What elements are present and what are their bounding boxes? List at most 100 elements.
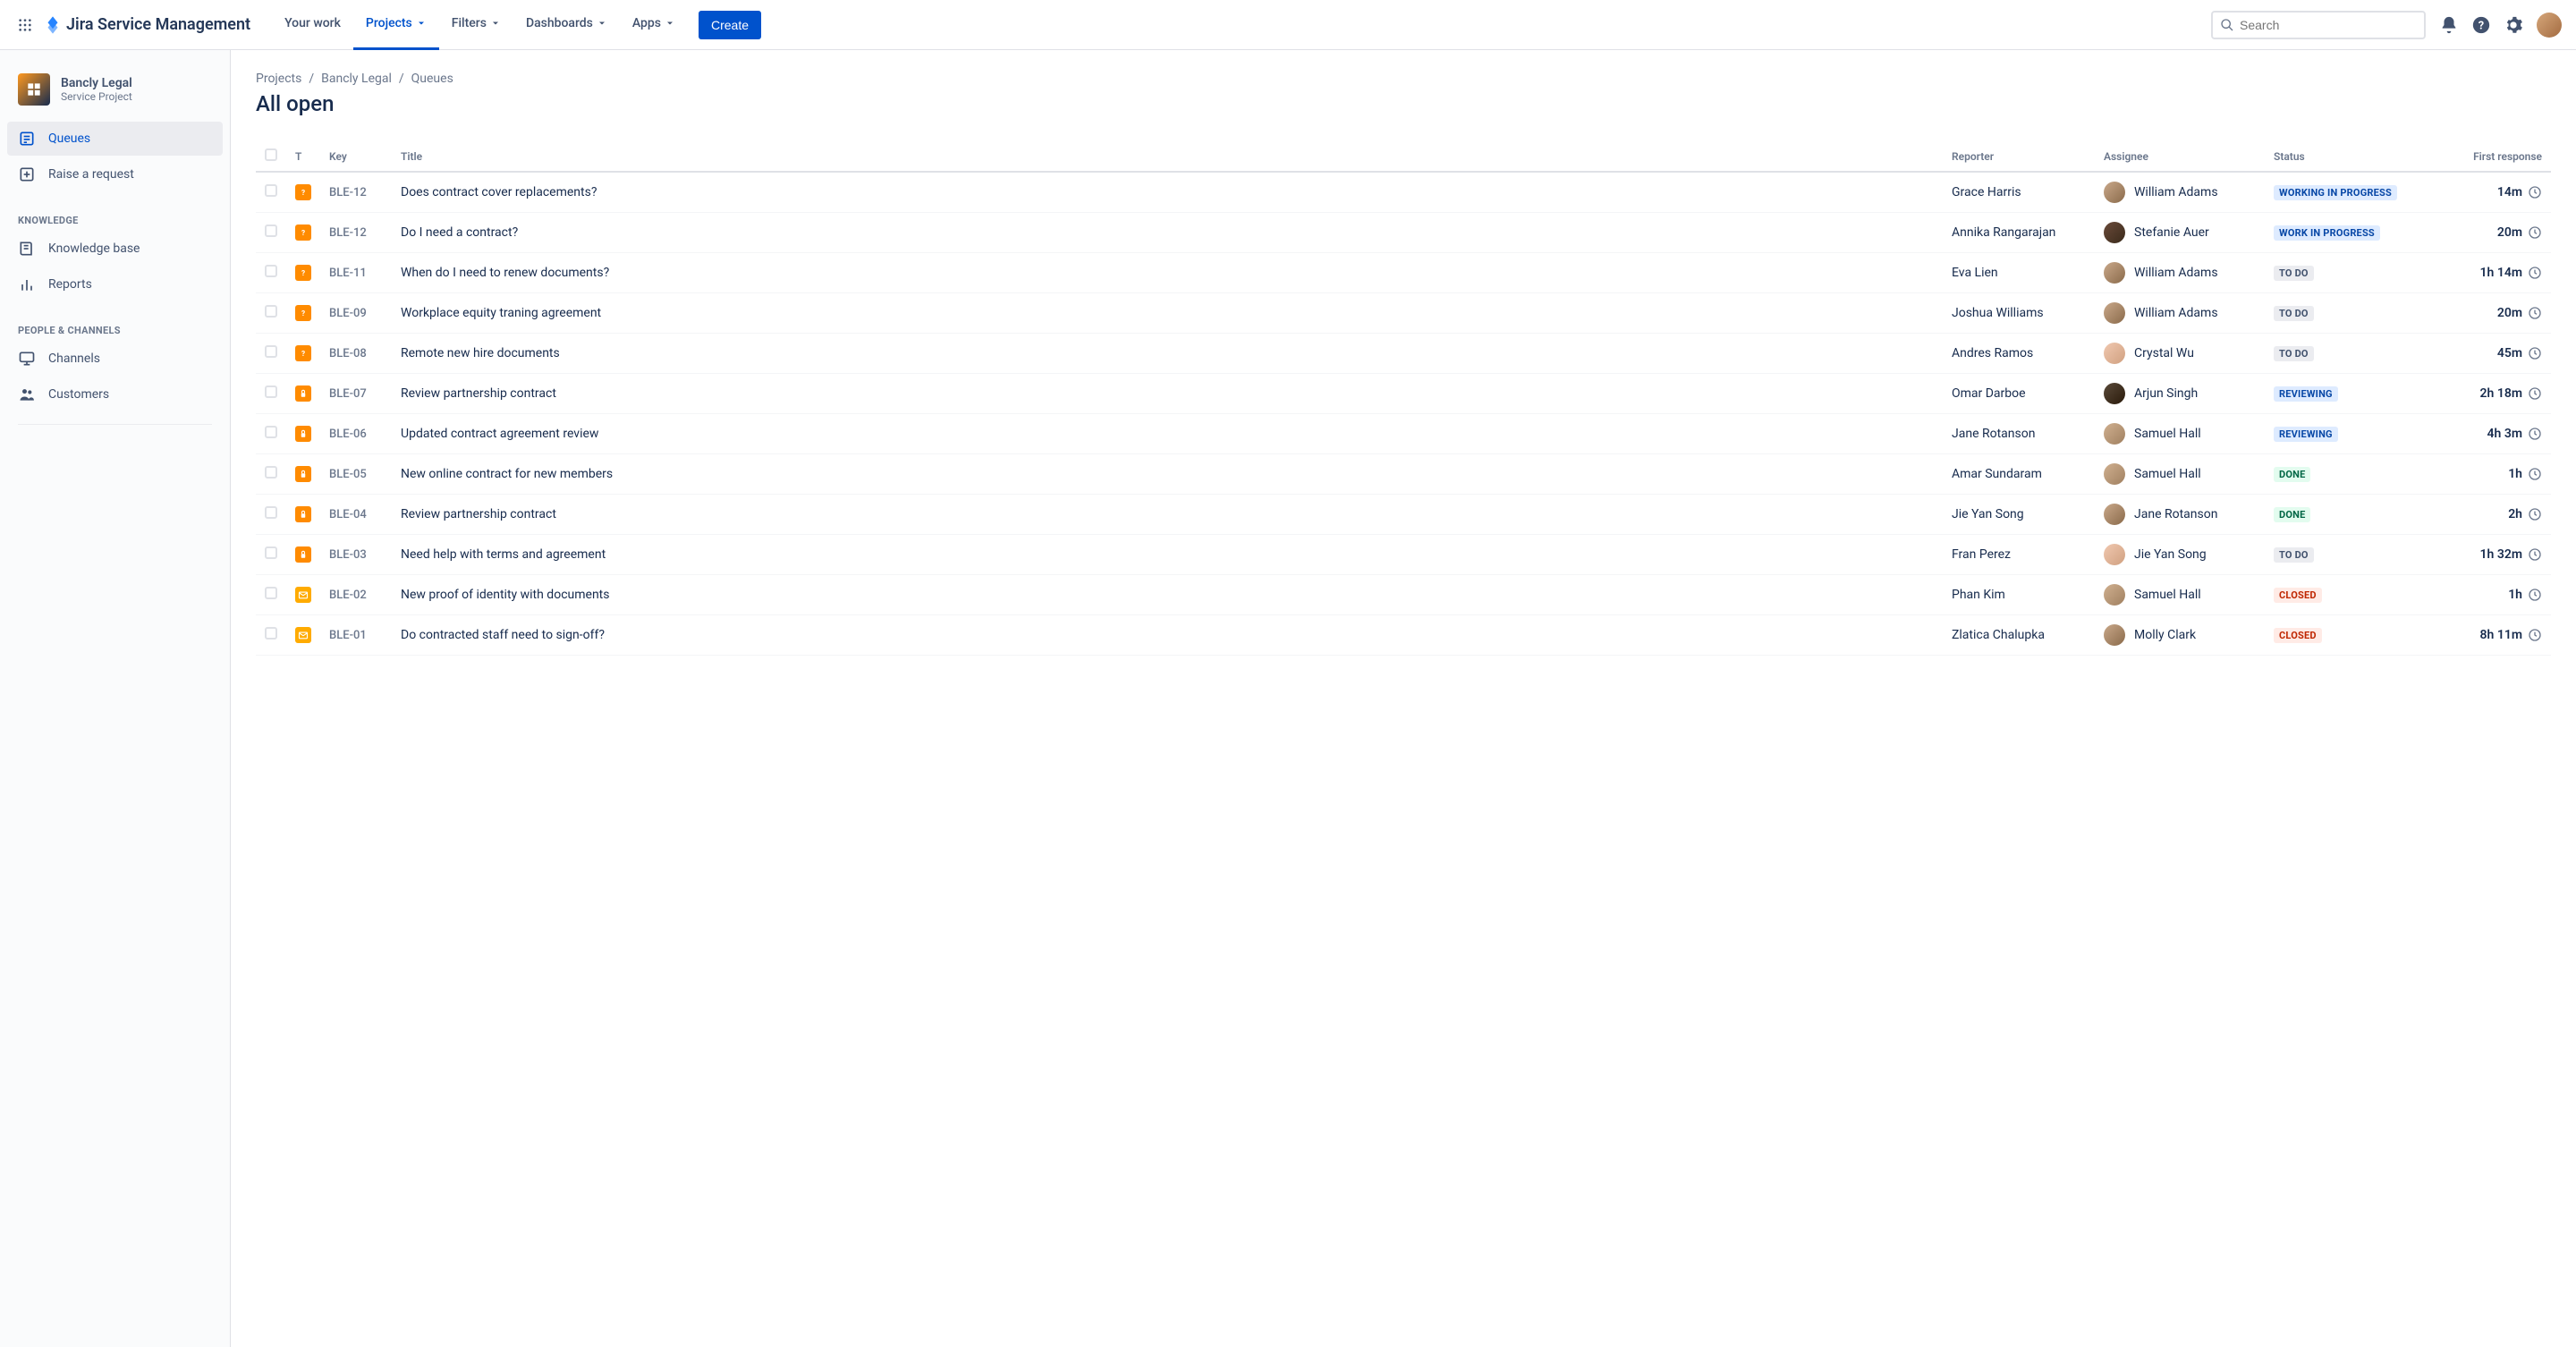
nav-dashboards[interactable]: Dashboards — [513, 0, 620, 50]
user-avatar[interactable] — [2537, 13, 2562, 38]
table-row[interactable]: BLE-03 Need help with terms and agreemen… — [256, 535, 2551, 575]
breadcrumb-queues[interactable]: Queues — [411, 72, 453, 86]
status-badge[interactable]: WORK IN PROGRESS — [2274, 225, 2380, 241]
row-checkbox[interactable] — [265, 426, 277, 438]
status-badge[interactable]: TO DO — [2274, 346, 2314, 361]
row-checkbox[interactable] — [265, 265, 277, 277]
issue-key[interactable]: BLE-06 — [329, 428, 367, 441]
issue-title[interactable]: Updated contract agreement review — [401, 427, 598, 441]
col-first-response[interactable]: First response — [2435, 141, 2551, 172]
issue-key[interactable]: BLE-07 — [329, 387, 367, 401]
issue-key[interactable]: BLE-11 — [329, 267, 367, 280]
row-checkbox[interactable] — [265, 305, 277, 318]
status-badge[interactable]: DONE — [2274, 467, 2310, 482]
issue-key[interactable]: BLE-01 — [329, 629, 367, 642]
row-checkbox[interactable] — [265, 184, 277, 197]
sidebar-item-reports[interactable]: Reports — [7, 267, 223, 301]
assignee-cell[interactable]: Stefanie Auer — [2104, 222, 2256, 243]
issue-key[interactable]: BLE-08 — [329, 347, 367, 360]
row-checkbox[interactable] — [265, 345, 277, 358]
col-key[interactable]: Key — [320, 141, 392, 172]
status-badge[interactable]: CLOSED — [2274, 588, 2322, 603]
notifications-icon[interactable] — [2435, 11, 2463, 39]
row-checkbox[interactable] — [265, 506, 277, 519]
assignee-cell[interactable]: Arjun Singh — [2104, 383, 2256, 404]
row-checkbox[interactable] — [265, 224, 277, 237]
assignee-cell[interactable]: William Adams — [2104, 262, 2256, 284]
table-row[interactable]: ? BLE-11 When do I need to renew documen… — [256, 253, 2551, 293]
col-status[interactable]: Status — [2265, 141, 2435, 172]
issue-title[interactable]: When do I need to renew documents? — [401, 266, 609, 280]
table-row[interactable]: ? BLE-12 Do I need a contract? Annika Ra… — [256, 213, 2551, 253]
assignee-cell[interactable]: Samuel Hall — [2104, 423, 2256, 445]
status-badge[interactable]: DONE — [2274, 507, 2310, 522]
status-badge[interactable]: TO DO — [2274, 306, 2314, 321]
assignee-cell[interactable]: Crystal Wu — [2104, 343, 2256, 364]
create-button[interactable]: Create — [699, 11, 761, 39]
row-checkbox[interactable] — [265, 627, 277, 640]
issue-title[interactable]: Does contract cover replacements? — [401, 185, 597, 199]
sidebar-item-customers[interactable]: Customers — [7, 377, 223, 411]
nav-filters[interactable]: Filters — [439, 0, 513, 50]
table-row[interactable]: BLE-02 New proof of identity with docume… — [256, 575, 2551, 615]
col-reporter[interactable]: Reporter — [1943, 141, 2095, 172]
issue-key[interactable]: BLE-05 — [329, 468, 367, 481]
table-row[interactable]: BLE-06 Updated contract agreement review… — [256, 414, 2551, 454]
nav-your-work[interactable]: Your work — [272, 0, 353, 50]
table-row[interactable]: BLE-05 New online contract for new membe… — [256, 454, 2551, 495]
nav-apps[interactable]: Apps — [620, 0, 688, 50]
help-icon[interactable]: ? — [2467, 11, 2496, 39]
settings-icon[interactable] — [2499, 11, 2528, 39]
issue-key[interactable]: BLE-04 — [329, 508, 367, 521]
col-assignee[interactable]: Assignee — [2095, 141, 2265, 172]
status-badge[interactable]: WORKING IN PROGRESS — [2274, 185, 2397, 200]
nav-projects[interactable]: Projects — [353, 0, 439, 50]
search-input[interactable] — [2240, 18, 2417, 32]
issue-title[interactable]: Do I need a contract? — [401, 225, 518, 240]
row-checkbox[interactable] — [265, 385, 277, 398]
issue-key[interactable]: BLE-09 — [329, 307, 367, 320]
assignee-cell[interactable]: William Adams — [2104, 302, 2256, 324]
row-checkbox[interactable] — [265, 587, 277, 599]
issue-title[interactable]: Remote new hire documents — [401, 346, 560, 360]
status-badge[interactable]: TO DO — [2274, 547, 2314, 563]
table-row[interactable]: BLE-01 Do contracted staff need to sign-… — [256, 615, 2551, 656]
status-badge[interactable]: REVIEWING — [2274, 427, 2338, 442]
status-badge[interactable]: TO DO — [2274, 266, 2314, 281]
table-row[interactable]: ? BLE-08 Remote new hire documents Andre… — [256, 334, 2551, 374]
row-checkbox[interactable] — [265, 466, 277, 479]
issue-title[interactable]: New online contract for new members — [401, 467, 613, 481]
row-checkbox[interactable] — [265, 546, 277, 559]
assignee-cell[interactable]: Samuel Hall — [2104, 463, 2256, 485]
project-header[interactable]: Bancly Legal Service Project — [7, 68, 223, 122]
breadcrumb-projects[interactable]: Projects — [256, 72, 301, 86]
issue-title[interactable]: Do contracted staff need to sign-off? — [401, 628, 605, 642]
table-row[interactable]: ? BLE-12 Does contract cover replacement… — [256, 172, 2551, 213]
issue-title[interactable]: Need help with terms and agreement — [401, 547, 606, 562]
issue-key[interactable]: BLE-02 — [329, 589, 367, 602]
assignee-cell[interactable]: Jie Yan Song — [2104, 544, 2256, 565]
table-row[interactable]: ? BLE-09 Workplace equity traning agreem… — [256, 293, 2551, 334]
assignee-cell[interactable]: Samuel Hall — [2104, 584, 2256, 606]
issue-title[interactable]: Workplace equity traning agreement — [401, 306, 601, 320]
issue-key[interactable]: BLE-12 — [329, 226, 367, 240]
col-title[interactable]: Title — [392, 141, 1943, 172]
app-switcher-icon[interactable] — [14, 14, 36, 36]
sidebar-item-knowledge-base[interactable]: Knowledge base — [7, 232, 223, 266]
issue-title[interactable]: New proof of identity with documents — [401, 588, 609, 602]
sidebar-item-channels[interactable]: Channels — [7, 342, 223, 376]
table-row[interactable]: BLE-04 Review partnership contract Jie Y… — [256, 495, 2551, 535]
status-badge[interactable]: CLOSED — [2274, 628, 2322, 643]
sidebar-item-raise-request[interactable]: Raise a request — [7, 157, 223, 191]
assignee-cell[interactable]: Jane Rotanson — [2104, 504, 2256, 525]
status-badge[interactable]: REVIEWING — [2274, 386, 2338, 402]
issue-title[interactable]: Review partnership contract — [401, 386, 556, 401]
search-box[interactable] — [2211, 11, 2426, 39]
issue-key[interactable]: BLE-12 — [329, 186, 367, 199]
assignee-cell[interactable]: Molly Clark — [2104, 624, 2256, 646]
product-logo[interactable]: Jira Service Management — [43, 15, 250, 35]
issue-title[interactable]: Review partnership contract — [401, 507, 556, 521]
breadcrumb-project[interactable]: Bancly Legal — [321, 72, 392, 86]
sidebar-item-queues[interactable]: Queues — [7, 122, 223, 156]
table-row[interactable]: BLE-07 Review partnership contract Omar … — [256, 374, 2551, 414]
